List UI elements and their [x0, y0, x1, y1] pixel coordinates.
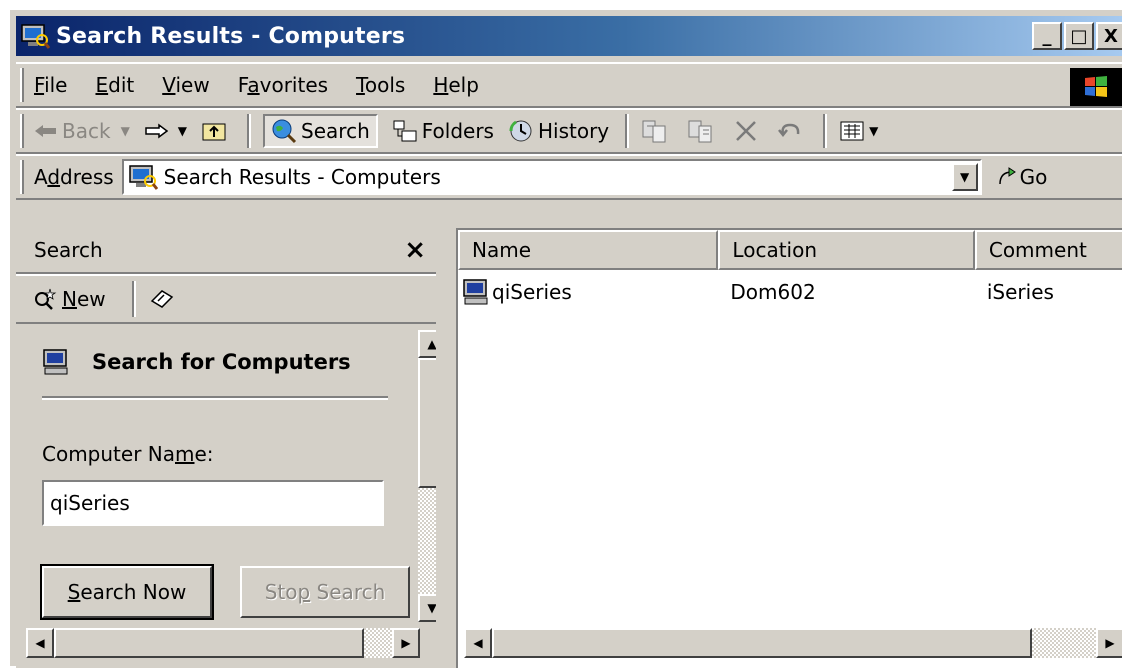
- folders-icon: [393, 120, 417, 142]
- search-pane-header: Search ×: [16, 228, 436, 274]
- search-computers-icon: [21, 24, 50, 49]
- pane-toolbar-separator: [131, 281, 136, 317]
- window-title: Search Results - Computers: [56, 23, 406, 49]
- search-pane-horizontal-scrollbar[interactable]: ◀ ▶: [26, 628, 420, 658]
- toolbar-separator: [823, 114, 828, 148]
- address-bar: Address Search Results - Computers ▼ Go: [16, 154, 1122, 200]
- title-bar[interactable]: Search Results - Computers _ □ X: [16, 16, 1122, 56]
- menu-tools[interactable]: Tools: [356, 73, 405, 97]
- menu-bar-grip[interactable]: [20, 68, 24, 102]
- column-header-name[interactable]: Name: [458, 230, 719, 270]
- go-button[interactable]: Go: [996, 165, 1047, 189]
- views-dropdown-icon[interactable]: ▼: [869, 124, 878, 138]
- result-comment-cell: iSeries: [986, 280, 1054, 304]
- heading-divider: [42, 396, 388, 400]
- views-button[interactable]: ▼: [839, 120, 878, 142]
- search-globe-icon: [272, 119, 297, 144]
- folders-button[interactable]: Folders: [392, 119, 494, 143]
- address-field[interactable]: Search Results - Computers ▼: [121, 159, 982, 195]
- results-horizontal-scrollbar[interactable]: ◀ ▶: [464, 628, 1122, 658]
- delete-button[interactable]: [733, 118, 763, 144]
- column-header-comment[interactable]: Comment: [974, 230, 1122, 270]
- search-button[interactable]: Search: [263, 114, 378, 148]
- scroll-right-button[interactable]: ▶: [1096, 628, 1122, 658]
- stop-search-button[interactable]: Stop Search: [240, 566, 410, 618]
- toolbar-separator: [247, 114, 252, 148]
- table-row[interactable]: qiSeries Dom602 iSeries: [458, 270, 1122, 314]
- move-to-button[interactable]: [641, 118, 673, 144]
- history-icon: [509, 120, 532, 142]
- undo-icon: [778, 123, 800, 138]
- search-pane-toolbar: New: [16, 274, 436, 324]
- forward-button[interactable]: ▼: [144, 123, 187, 139]
- explorer-window: Search Results - Computers _ □ X File Ed…: [8, 8, 1122, 668]
- search-pane-title: Search: [34, 238, 103, 262]
- search-form: Search for Computers Computer Name: Sear…: [26, 330, 418, 622]
- column-header-location[interactable]: Location: [718, 230, 975, 270]
- search-for-computers-heading: Search for Computers: [42, 348, 351, 376]
- undo-button[interactable]: [777, 120, 807, 142]
- menu-bar: File Edit View Favorites Tools Help: [16, 62, 1122, 108]
- forward-arrow-icon: [145, 123, 168, 139]
- computer-name-input[interactable]: [42, 480, 384, 526]
- address-dropdown-button[interactable]: ▼: [951, 163, 978, 191]
- delete-x-icon: [736, 121, 757, 141]
- move-to-icon: [642, 120, 666, 143]
- forward-dropdown-icon[interactable]: ▼: [178, 124, 187, 138]
- views-icon: [840, 121, 864, 141]
- result-location-cell: Dom602: [730, 280, 816, 304]
- up-folder-icon: [202, 123, 226, 141]
- scroll-thumb[interactable]: [492, 628, 1032, 658]
- search-pane: Search × New Search for Computers Comput…: [16, 228, 446, 668]
- standard-toolbar: Back ▼ ▼ Search Folders History ▼: [16, 108, 1122, 154]
- go-arrow-icon: [998, 167, 1016, 185]
- scroll-left-button[interactable]: ◀: [464, 628, 492, 658]
- menu-favorites[interactable]: Favorites: [238, 73, 328, 97]
- minimize-button[interactable]: _: [1032, 22, 1062, 50]
- back-button[interactable]: Back ▼: [34, 119, 130, 143]
- scroll-right-button[interactable]: ▶: [392, 628, 420, 658]
- new-search-button[interactable]: New: [32, 287, 106, 311]
- address-text: Search Results - Computers: [163, 165, 441, 189]
- scroll-thumb[interactable]: [54, 628, 364, 658]
- results-list: Name Location Comment qiSeries Dom602 iS…: [456, 228, 1122, 668]
- toolbar-grip[interactable]: [20, 114, 24, 148]
- back-arrow-icon: [35, 125, 56, 137]
- menu-help[interactable]: Help: [433, 73, 479, 97]
- computer-icon: [43, 349, 68, 375]
- toolbar-separator: [625, 114, 630, 148]
- windows-logo-icon: [1070, 68, 1122, 106]
- search-computers-icon: [128, 165, 158, 190]
- up-folder-button[interactable]: [201, 120, 231, 142]
- menu-view[interactable]: View: [162, 73, 209, 97]
- result-name-cell: qiSeries: [458, 278, 718, 306]
- search-assistant-button[interactable]: [148, 287, 180, 311]
- new-search-icon: [35, 288, 57, 310]
- close-pane-icon[interactable]: ×: [404, 235, 426, 265]
- address-bar-grip[interactable]: [20, 160, 24, 194]
- computer-icon: [463, 279, 488, 305]
- pane-splitter[interactable]: [436, 228, 456, 668]
- scroll-left-button[interactable]: ◀: [26, 628, 54, 658]
- search-now-button[interactable]: Search Now: [40, 564, 214, 620]
- search-assistant-icon: [150, 290, 173, 308]
- menu-file[interactable]: File: [34, 73, 67, 97]
- history-button[interactable]: History: [508, 118, 609, 144]
- copy-to-icon: [688, 120, 712, 143]
- computer-name-label: Computer Name:: [42, 442, 214, 466]
- close-button[interactable]: X: [1096, 22, 1122, 50]
- maximize-button[interactable]: □: [1064, 22, 1094, 50]
- column-header-row: Name Location Comment: [458, 230, 1122, 270]
- address-label: Address: [34, 165, 114, 189]
- copy-to-button[interactable]: [687, 118, 719, 144]
- menu-edit[interactable]: Edit: [95, 73, 134, 97]
- back-dropdown-icon[interactable]: ▼: [121, 124, 130, 138]
